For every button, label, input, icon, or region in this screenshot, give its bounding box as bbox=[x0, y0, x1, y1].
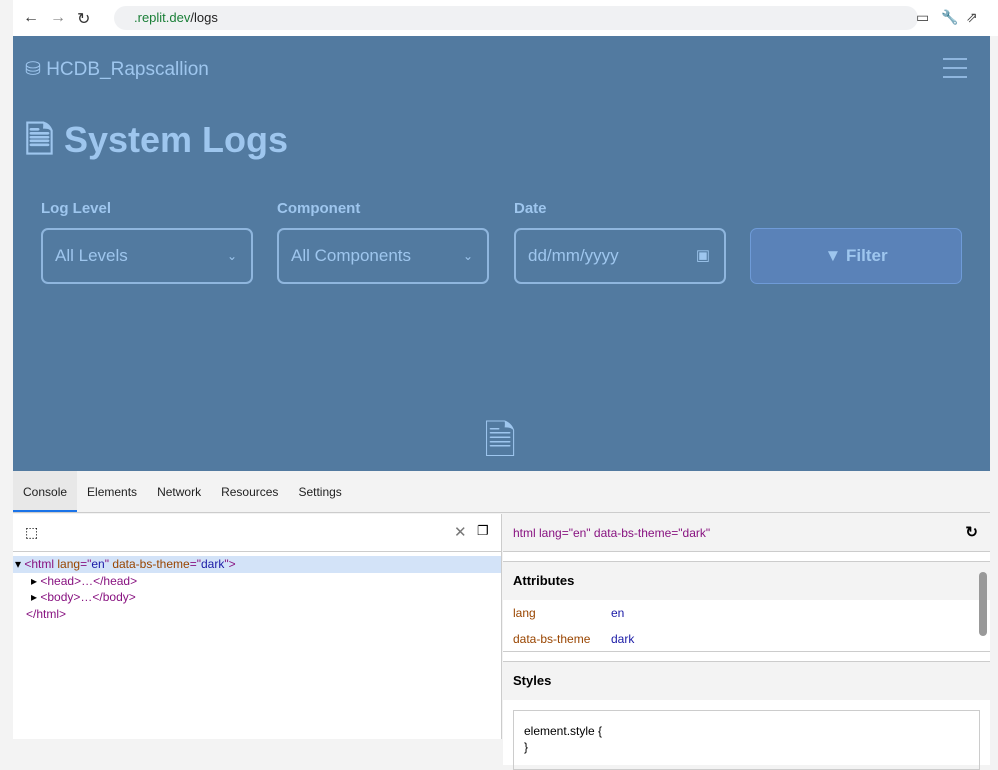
file-icon: 🗎 bbox=[25, 119, 54, 160]
app-page: ⛁ HCDB_Rapscallion 🗎 System Logs Log Lev… bbox=[13, 36, 990, 471]
tree-node-html-close: </html> bbox=[26, 606, 67, 621]
log-level-value: All Levels bbox=[55, 246, 128, 265]
component-select[interactable]: All Components ⌄ bbox=[277, 228, 489, 284]
styles-header: Styles bbox=[503, 662, 990, 700]
tree-node-html[interactable]: ▾ <html lang="en" data-bs-theme="dark"> bbox=[13, 556, 501, 573]
browser-toolbar: ← → ↻ .replit.dev/logs ▭ 🔧 ⇗ bbox=[0, 0, 998, 36]
brand-name: HCDB_Rapscallion bbox=[46, 59, 209, 80]
reload-icon[interactable]: ↻ bbox=[77, 9, 90, 29]
scrollbar[interactable] bbox=[979, 572, 987, 636]
close-icon[interactable]: ✕ bbox=[454, 523, 467, 541]
tab-settings[interactable]: Settings bbox=[288, 471, 351, 512]
filter-label: Filter bbox=[846, 246, 888, 265]
elements-tree-panel: ⬚ ✕ ❐ ▾ <html lang="en" data-bs-theme="dar… bbox=[13, 514, 502, 739]
tree-node-body[interactable]: ▸ <body>…</body> bbox=[13, 589, 501, 606]
element-details-panel: html lang="en" data-bs-theme="dark" ↻ Att… bbox=[503, 514, 990, 770]
selected-element: html lang="en" data-bs-theme="dark" bbox=[513, 526, 711, 540]
screen-icon[interactable]: ▭ bbox=[916, 9, 929, 26]
url-path: /logs bbox=[190, 10, 218, 25]
element-style-box: element.style {} bbox=[513, 710, 980, 770]
chevron-down-icon: ⌄ bbox=[226, 249, 237, 263]
calendar-icon[interactable]: ▣ bbox=[696, 230, 710, 282]
chevron-down-icon: ⌄ bbox=[462, 249, 473, 263]
tab-console[interactable]: Console bbox=[13, 471, 78, 512]
filter-button[interactable]: ▼ Filter bbox=[750, 228, 962, 284]
date-label: Date bbox=[514, 200, 547, 217]
address-bar[interactable]: .replit.dev/logs bbox=[114, 6, 918, 30]
devtools-panel: Console Elements Network Resources Setti… bbox=[13, 471, 990, 770]
attribute-row: data-bs-theme dark bbox=[503, 626, 990, 652]
database-icon: ⛁ bbox=[25, 59, 41, 80]
url-domain: .replit.dev bbox=[134, 10, 191, 25]
empty-logs-file-icon: 🗎 bbox=[484, 419, 517, 463]
menu-toggle-icon[interactable] bbox=[943, 58, 967, 85]
copy-icon[interactable]: ❐ bbox=[477, 523, 489, 539]
tree-node-head[interactable]: ▸ <head>…</head> bbox=[13, 573, 501, 590]
page-title: 🗎 System Logs bbox=[25, 114, 288, 175]
date-input[interactable]: dd/mm/yyyy ▣ bbox=[514, 228, 726, 284]
back-icon[interactable]: ← bbox=[23, 9, 39, 27]
component-label: Component bbox=[277, 200, 361, 217]
tab-elements[interactable]: Elements bbox=[77, 471, 147, 512]
refresh-icon[interactable]: ↻ bbox=[965, 514, 978, 552]
filter-icon: ▼ bbox=[824, 246, 842, 265]
component-value: All Components bbox=[291, 246, 412, 265]
inspect-icon[interactable]: ⬚ bbox=[25, 524, 38, 541]
log-level-select[interactable]: All Levels ⌄ bbox=[41, 228, 253, 284]
attribute-row: lang en bbox=[513, 606, 625, 620]
forward-icon[interactable]: → bbox=[50, 9, 66, 27]
wrench-icon[interactable]: 🔧 bbox=[941, 9, 958, 26]
external-link-icon[interactable]: ⇗ bbox=[966, 9, 978, 26]
attributes-header: Attributes bbox=[503, 562, 990, 600]
log-level-label: Log Level bbox=[41, 200, 112, 217]
tab-network[interactable]: Network bbox=[147, 471, 211, 512]
devtools-tabs: Console Elements Network Resources Setti… bbox=[13, 471, 990, 513]
date-placeholder: dd/mm/yyyy bbox=[528, 246, 619, 265]
navbar-brand[interactable]: ⛁ HCDB_Rapscallion bbox=[25, 58, 209, 81]
title-text: System Logs bbox=[63, 119, 289, 160]
tab-resources[interactable]: Resources bbox=[211, 471, 288, 512]
